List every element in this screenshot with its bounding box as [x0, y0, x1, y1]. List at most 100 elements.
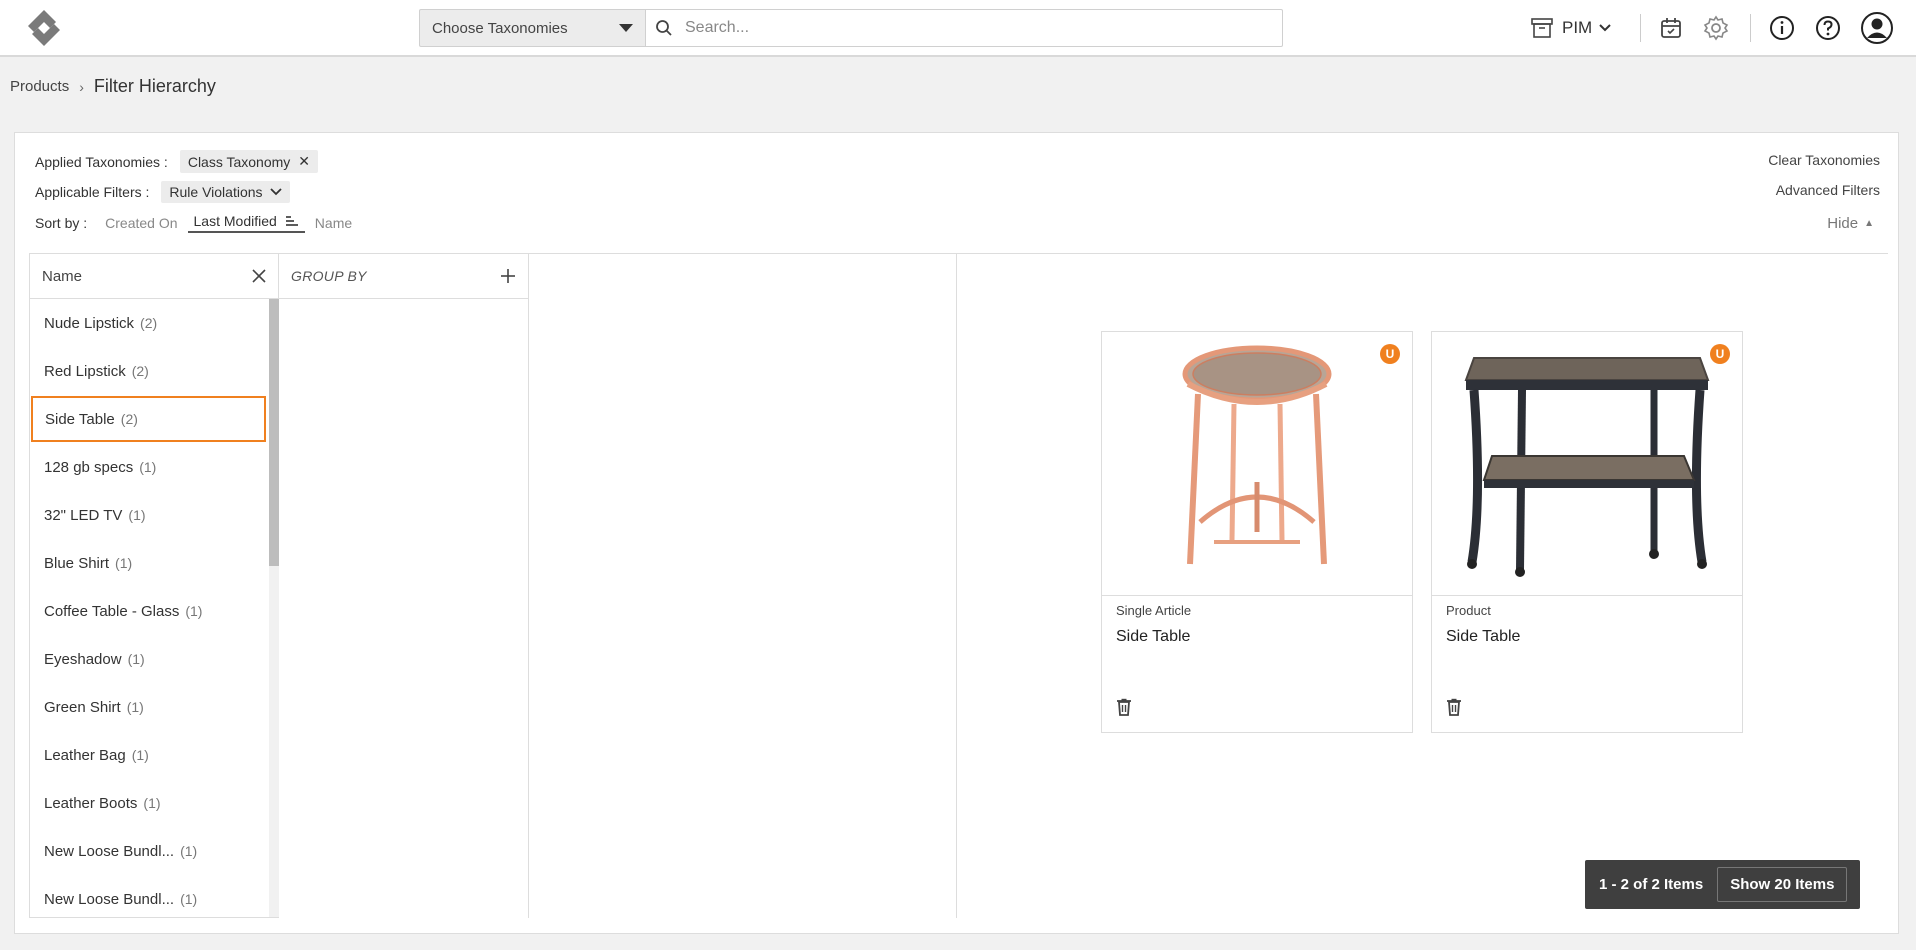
taxonomy-select-label: Choose Taxonomies [432, 19, 568, 37]
hierarchy-item-label: New Loose Bundl... [44, 842, 175, 860]
hierarchy-item-count: (1) [126, 699, 144, 715]
hierarchy-item-count: (1) [185, 603, 203, 619]
sort-label: Sort by : [35, 215, 88, 231]
scrollbar[interactable] [269, 299, 279, 917]
user-avatar-icon[interactable] [1860, 11, 1894, 45]
advanced-filters-link[interactable]: Advanced Filters [1776, 182, 1880, 198]
hierarchy-item-count: (2) [131, 363, 149, 379]
hierarchy-item[interactable]: Blue Shirt (1) [30, 539, 266, 587]
module-switcher[interactable]: PIM [1530, 14, 1612, 42]
product-card[interactable]: U Product Side Table [1431, 331, 1743, 733]
hierarchy-item-label: Eyeshadow [44, 650, 122, 668]
applicable-filters-row: Applicable Filters : Rule Violations [35, 181, 290, 203]
search-input[interactable] [685, 19, 1245, 37]
product-image: U [1102, 332, 1412, 596]
archive-icon [1531, 18, 1553, 38]
hide-filters-toggle[interactable]: Hide ▲ [1827, 215, 1874, 232]
hierarchy-item[interactable]: Coffee Table - Glass (1) [30, 587, 266, 635]
rule-violations-dropdown[interactable]: Rule Violations [161, 181, 290, 203]
hierarchy-item-label: Coffee Table - Glass [44, 602, 180, 620]
calendar-icon[interactable] [1657, 14, 1685, 42]
item-count: 1 - 2 of 2 Items [1599, 876, 1704, 893]
hierarchy-item-count: (1) [180, 843, 198, 859]
breadcrumb: Products › Filter Hierarchy [10, 76, 216, 97]
applied-taxonomies-row: Applied Taxonomies : Class Taxonomy ✕ [35, 150, 319, 173]
product-image: U [1432, 332, 1742, 596]
page-size-button[interactable]: Show 20 Items [1717, 867, 1848, 902]
rule-violations-label: Rule Violations [169, 184, 263, 200]
divider [1640, 14, 1641, 42]
hierarchy-item-count: (1) [128, 507, 146, 523]
hierarchy-item-label: Red Lipstick [44, 362, 126, 380]
gear-icon[interactable] [1702, 14, 1730, 42]
hierarchy-item-count: (1) [115, 555, 133, 571]
hierarchy-item[interactable]: Leather Bag (1) [30, 731, 266, 779]
hierarchy-item-count: (1) [143, 795, 161, 811]
hierarchy-item-label: Side Table [45, 410, 115, 428]
hierarchy-item[interactable]: Leather Boots (1) [30, 779, 266, 827]
info-icon[interactable] [1768, 14, 1796, 42]
sort-row: Sort by : Created On Last Modified Name [35, 213, 352, 233]
chevron-right-icon: › [79, 78, 84, 95]
hierarchy-item-label: New Loose Bundl... [44, 890, 175, 908]
hierarchy-item[interactable]: Green Shirt (1) [30, 683, 266, 731]
trash-icon[interactable] [1446, 698, 1462, 721]
pagination-bar: 1 - 2 of 2 Items Show 20 Items [1585, 860, 1860, 909]
hierarchy-item-label: Nude Lipstick [44, 314, 135, 332]
hierarchy-item-label: Leather Bag [44, 746, 126, 764]
hierarchy-item-label: Leather Boots [44, 794, 138, 812]
hierarchy-item-label: Blue Shirt [44, 554, 110, 572]
help-icon[interactable] [1814, 14, 1842, 42]
taxonomy-chip-label: Class Taxonomy [187, 153, 291, 170]
module-label: PIM [1562, 18, 1593, 37]
add-icon[interactable] [500, 268, 516, 284]
caret-down-icon [619, 24, 633, 32]
search-icon [656, 20, 672, 36]
product-card[interactable]: U Single Article Side Table [1101, 331, 1413, 733]
applicable-filters-label: Applicable Filters : [35, 184, 150, 200]
applied-taxonomies-label: Applied Taxonomies : [35, 153, 168, 170]
hierarchy-item-count: (1) [127, 651, 145, 667]
group-by-column: GROUP BY [279, 254, 529, 918]
hierarchy-item[interactable]: 32" LED TV (1) [30, 491, 266, 539]
card-title[interactable]: Side Table [1116, 628, 1190, 646]
name-column-header: Name [30, 254, 278, 299]
sort-created-on[interactable]: Created On [105, 215, 177, 231]
hierarchy-item[interactable]: Side Table (2) [31, 396, 266, 442]
hierarchy-item[interactable]: New Loose Bundl... (1) [30, 875, 266, 917]
sort-name[interactable]: Name [315, 215, 352, 231]
hierarchy-item[interactable]: Nude Lipstick (2) [30, 299, 266, 347]
hierarchy-item[interactable]: Eyeshadow (1) [30, 635, 266, 683]
hierarchy-item-label: 32" LED TV [44, 506, 123, 524]
hierarchy-item-label: 128 gb specs [44, 458, 134, 476]
sort-last-modified[interactable]: Last Modified [187, 213, 305, 233]
hierarchy-item-label: Green Shirt [44, 698, 121, 716]
hierarchy-list: Nude Lipstick (2) Red Lipstick (2) Side Tabl… [30, 299, 266, 917]
hierarchy-item[interactable]: 128 gb specs (1) [30, 443, 266, 491]
hierarchy-item-count: (2) [120, 411, 138, 427]
page-title: Filter Hierarchy [93, 76, 216, 96]
scrollbar-thumb[interactable] [269, 299, 279, 566]
card-title[interactable]: Side Table [1446, 628, 1520, 646]
name-column: Name Nude Lipstick (2) Red Lipstick (2) Side… [29, 254, 279, 918]
remove-chip-icon[interactable]: ✕ [298, 153, 310, 170]
hierarchy-item[interactable]: Red Lipstick (2) [30, 347, 266, 395]
search-box[interactable] [645, 9, 1283, 47]
status-badge: U [1380, 344, 1400, 364]
close-icon[interactable] [252, 269, 266, 283]
hierarchy-item-count: (1) [180, 891, 198, 907]
breadcrumb-products-link[interactable]: Products [10, 78, 69, 95]
taxonomy-select[interactable]: Choose Taxonomies [419, 9, 645, 47]
clear-taxonomies-link[interactable]: Clear Taxonomies [1768, 152, 1880, 168]
group-by-title: GROUP BY [291, 268, 367, 284]
chevron-down-icon [1599, 24, 1611, 32]
hierarchy-item[interactable]: New Loose Bundl... (1) [30, 827, 266, 875]
sort-last-modified-label: Last Modified [193, 213, 277, 229]
app-logo-icon[interactable] [20, 8, 68, 48]
name-column-title: Name [42, 267, 83, 285]
trash-icon[interactable] [1116, 698, 1132, 721]
divider [1750, 14, 1751, 42]
hierarchy-item-count: (1) [131, 747, 149, 763]
taxonomy-chip: Class Taxonomy ✕ [179, 150, 319, 173]
sort-descending-icon [285, 216, 298, 226]
